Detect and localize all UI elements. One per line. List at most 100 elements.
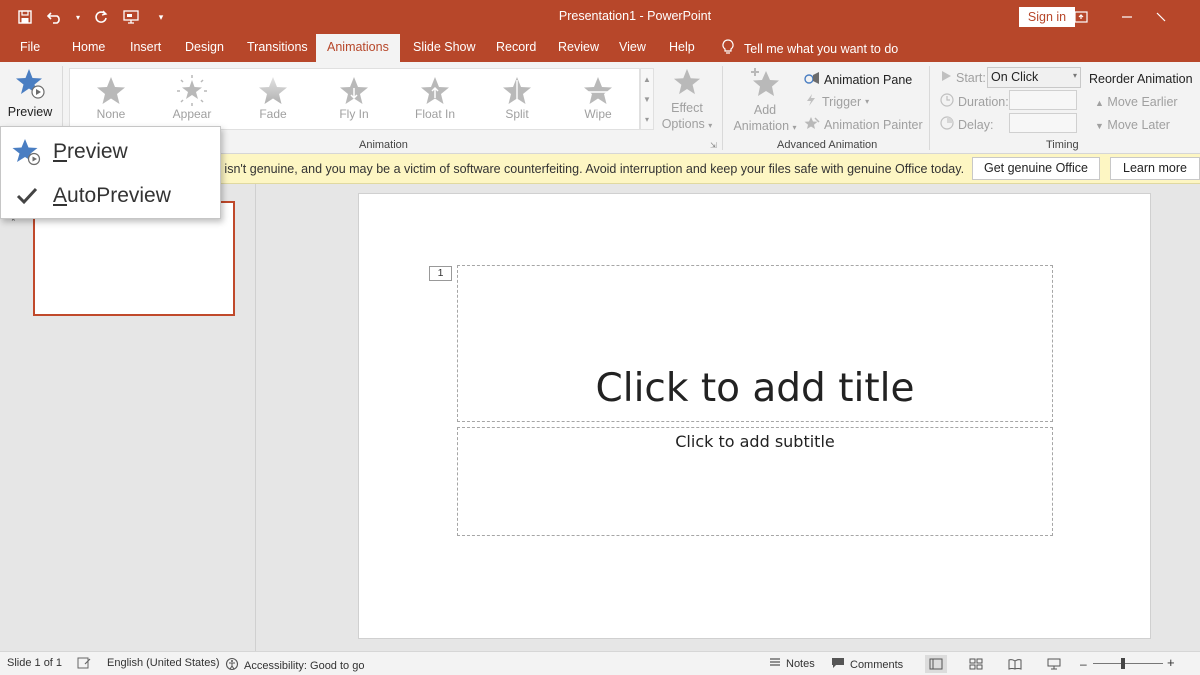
- notes-label: Notes: [786, 657, 815, 670]
- float-in-star-icon: [400, 75, 470, 107]
- zoom-out-button[interactable]: –: [1080, 657, 1087, 671]
- group-separator: [929, 66, 930, 150]
- delay-label: Delay:: [958, 117, 994, 132]
- get-genuine-office-button[interactable]: Get genuine Office: [972, 157, 1100, 180]
- appear-star-icon: [157, 75, 227, 107]
- tab-transitions[interactable]: Transitions: [247, 40, 308, 54]
- accessibility-checker[interactable]: Accessibility: Good to go: [225, 657, 364, 674]
- minimize-icon[interactable]: [1104, 0, 1150, 34]
- preview-button[interactable]: Preview: [4, 68, 56, 119]
- gallery-item-wipe[interactable]: Wipe: [563, 75, 633, 121]
- tab-review[interactable]: Review: [558, 40, 599, 54]
- play-icon: [940, 70, 952, 85]
- normal-view-icon[interactable]: [925, 655, 947, 673]
- tab-home[interactable]: Home: [72, 40, 105, 54]
- zoom-in-button[interactable]: +: [1167, 655, 1175, 670]
- gallery-item-fly-in[interactable]: Fly In: [319, 75, 389, 121]
- effect-options-star-icon: [660, 68, 714, 100]
- gallery-item-appear[interactable]: Appear: [157, 75, 227, 121]
- tell-me-search[interactable]: Tell me what you want to do: [722, 39, 898, 59]
- notes-icon: [769, 657, 781, 670]
- notes-button[interactable]: Notes: [769, 657, 815, 670]
- trigger-label: Trigger: [822, 94, 862, 109]
- animation-pane-button[interactable]: Animation Pane: [804, 70, 912, 89]
- status-bar: Slide 1 of 1 English (United States) Acc…: [0, 651, 1200, 675]
- preview-menu-label: review: [67, 140, 128, 163]
- delay-spinner[interactable]: [1009, 113, 1077, 133]
- start-dropdown[interactable]: On Click ▾: [987, 67, 1081, 88]
- effect-options-label-2: Options: [661, 117, 705, 131]
- window-controls: [1058, 0, 1200, 34]
- tab-help[interactable]: Help: [669, 40, 695, 54]
- language-indicator[interactable]: English (United States): [107, 657, 220, 669]
- checkmark-icon: [1, 187, 53, 205]
- animation-order-tag[interactable]: 1: [429, 266, 452, 281]
- gallery-label: Appear: [172, 107, 212, 121]
- close-icon[interactable]: [1150, 0, 1200, 34]
- move-earlier-button[interactable]: ▲ Move Earlier: [1095, 95, 1178, 109]
- gallery-item-split[interactable]: Split: [482, 75, 552, 121]
- duration-row: Duration:: [940, 93, 1009, 110]
- start-row: Start:: [940, 70, 986, 85]
- tab-insert[interactable]: Insert: [130, 40, 161, 54]
- duration-spinner[interactable]: [1009, 90, 1077, 110]
- scroll-down-icon[interactable]: ▼: [643, 95, 651, 104]
- slide-show-view-icon[interactable]: [1043, 655, 1065, 673]
- effect-options-button[interactable]: Effect Options ▾: [660, 68, 714, 134]
- animation-painter-button[interactable]: Animation Painter: [804, 116, 923, 133]
- add-animation-icon: [730, 68, 800, 102]
- animation-gallery: None Appear Fade Fly In Float In Split W…: [69, 68, 640, 130]
- reading-view-icon[interactable]: [1004, 655, 1026, 673]
- gallery-item-none[interactable]: None: [76, 75, 146, 121]
- preview-star-icon: [1, 138, 53, 166]
- menu-item-autopreview[interactable]: AutoPreview: [1, 174, 220, 218]
- learn-more-button[interactable]: Learn more: [1110, 157, 1200, 180]
- comments-button[interactable]: Comments: [831, 657, 903, 672]
- chevron-down-icon: ▾: [708, 121, 713, 130]
- preview-star-icon: [4, 68, 56, 103]
- triangle-down-icon: ▼: [1095, 121, 1104, 131]
- move-later-button[interactable]: ▼ Move Later: [1095, 118, 1170, 132]
- tab-animations[interactable]: Animations: [316, 34, 400, 62]
- tab-record[interactable]: Record: [496, 40, 536, 54]
- slide-counter[interactable]: Slide 1 of 1: [7, 657, 62, 669]
- gallery-label: Wipe: [584, 107, 612, 121]
- gallery-more-icon[interactable]: ▾: [645, 115, 649, 124]
- menu-item-preview[interactable]: Preview: [1, 130, 220, 174]
- animation-painter-label: Animation Painter: [824, 117, 923, 132]
- subtitle-placeholder[interactable]: Click to add subtitle: [457, 427, 1053, 536]
- gallery-item-float-in[interactable]: Float In: [400, 75, 470, 121]
- dialog-launcher-icon[interactable]: ⇲: [710, 141, 717, 150]
- scroll-up-icon[interactable]: ▲: [643, 75, 651, 84]
- gallery-item-fade[interactable]: Fade: [238, 75, 308, 121]
- gallery-scroll[interactable]: ▲ ▼ ▾: [640, 68, 654, 130]
- chevron-down-icon: ▾: [865, 97, 870, 106]
- ribbon-tabs: File Home Insert Design Transitions Anim…: [0, 34, 1200, 62]
- zoom-slider-thumb[interactable]: [1121, 658, 1125, 669]
- tab-slide-show[interactable]: Slide Show: [413, 40, 476, 54]
- slide-sorter-icon[interactable]: [965, 655, 987, 673]
- ribbon-display-options-icon[interactable]: [1058, 0, 1104, 34]
- start-label: Start:: [956, 70, 986, 85]
- move-earlier-label: Move Earlier: [1107, 95, 1178, 109]
- duration-label: Duration:: [958, 94, 1009, 109]
- fade-star-icon: [238, 75, 308, 107]
- tab-design[interactable]: Design: [185, 40, 224, 54]
- subtitle-placeholder-text: Click to add subtitle: [675, 432, 835, 451]
- zoom-slider[interactable]: [1093, 658, 1163, 669]
- lightning-icon: [804, 93, 818, 110]
- fly-in-star-icon: [319, 75, 389, 107]
- trigger-button[interactable]: Trigger ▾: [804, 93, 869, 110]
- animation-painter-icon: [804, 116, 820, 133]
- accessibility-label: Accessibility: Good to go: [244, 659, 365, 672]
- tab-view[interactable]: View: [619, 40, 646, 54]
- gallery-label: Split: [505, 107, 529, 121]
- group-label-advanced-animation: Advanced Animation: [777, 139, 878, 151]
- group-separator: [722, 66, 723, 150]
- spelling-icon[interactable]: [77, 657, 91, 669]
- title-placeholder[interactable]: Click to add title: [457, 265, 1053, 422]
- tab-file[interactable]: File: [20, 40, 40, 54]
- add-animation-button[interactable]: Add Animation ▾: [730, 68, 800, 136]
- title-placeholder-text: Click to add title: [595, 366, 915, 411]
- effect-options-label-1: Effect: [671, 101, 703, 115]
